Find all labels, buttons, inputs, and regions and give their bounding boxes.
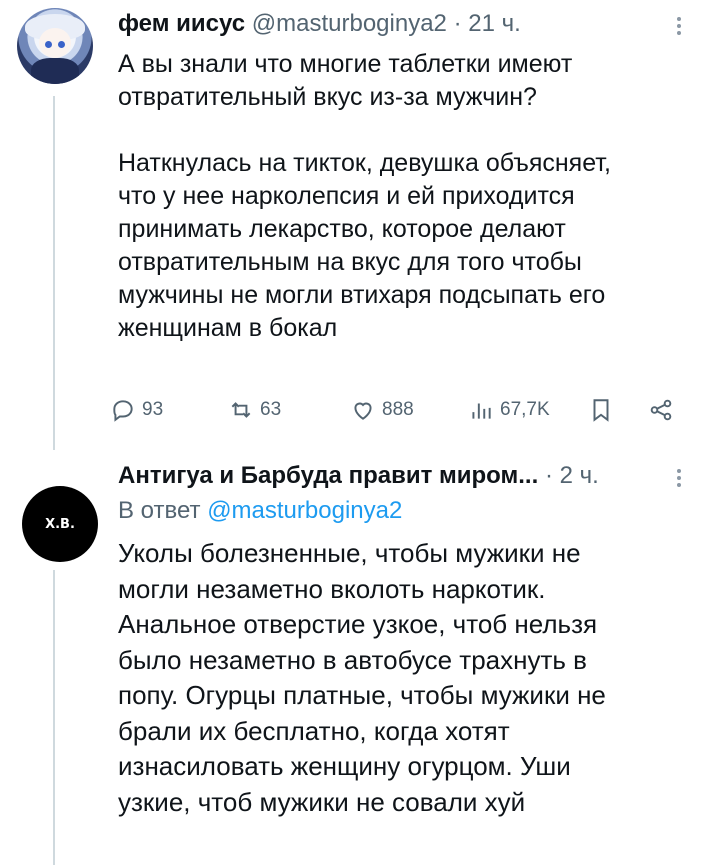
timestamp[interactable]: 2 ч. bbox=[560, 462, 599, 489]
action-bar: 93 63 888 67,7K bbox=[110, 392, 690, 428]
reply-context: В ответ @masturboginya2 bbox=[118, 497, 402, 525]
tweet-text: Уколы болезненные, чтобы мужики не могли… bbox=[118, 538, 606, 817]
more-options-icon[interactable] bbox=[675, 14, 683, 38]
reply-icon bbox=[113, 400, 133, 422]
author-name[interactable]: Антигуа и Барбуда правит миром... bbox=[118, 462, 538, 489]
avatar[interactable]: Х.В. bbox=[22, 486, 98, 562]
retweet-button[interactable]: 63 bbox=[228, 392, 281, 428]
views-icon bbox=[472, 403, 491, 419]
tweet[interactable]: Х.В. Антигуа и Барбуда правит миром... ·… bbox=[0, 450, 701, 865]
view-count: 67,7K bbox=[500, 399, 550, 420]
author-handle[interactable]: @masturboginya2 bbox=[252, 10, 447, 37]
avatar-text: Х.В. bbox=[45, 516, 75, 532]
bookmark-icon bbox=[593, 399, 609, 422]
like-button[interactable]: 888 bbox=[350, 392, 414, 428]
avatar[interactable] bbox=[17, 8, 93, 84]
reply-count: 93 bbox=[142, 399, 164, 420]
reply-mention-link[interactable]: @masturboginya2 bbox=[207, 497, 402, 524]
reply-button[interactable]: 93 bbox=[110, 392, 163, 428]
share-icon bbox=[650, 399, 672, 421]
separator: · bbox=[544, 462, 553, 489]
share-button[interactable] bbox=[648, 392, 680, 428]
bookmark-button[interactable] bbox=[588, 392, 620, 428]
tweet-header: фем иисус @masturboginya2 · 21 ч. bbox=[118, 10, 521, 38]
reply-prefix: В ответ bbox=[118, 497, 201, 524]
like-count: 888 bbox=[382, 399, 414, 420]
timestamp[interactable]: 21 ч. bbox=[468, 10, 521, 37]
retweet-count: 63 bbox=[260, 399, 282, 420]
like-icon bbox=[354, 402, 372, 420]
separator: · bbox=[453, 10, 462, 37]
author-name[interactable]: фем иисус bbox=[118, 10, 245, 37]
thread-line bbox=[53, 96, 55, 450]
thread-line bbox=[53, 570, 55, 865]
retweet-icon bbox=[231, 402, 251, 418]
tweet[interactable]: фем иисус @masturboginya2 · 21 ч. А вы з… bbox=[0, 0, 701, 450]
tweet-header: Антигуа и Барбуда правит миром... · 2 ч. bbox=[118, 462, 599, 490]
tweet-text: А вы знали что многие таблетки имеют отв… bbox=[118, 50, 611, 342]
views-button[interactable]: 67,7K bbox=[468, 392, 550, 428]
more-options-icon[interactable] bbox=[675, 466, 683, 490]
